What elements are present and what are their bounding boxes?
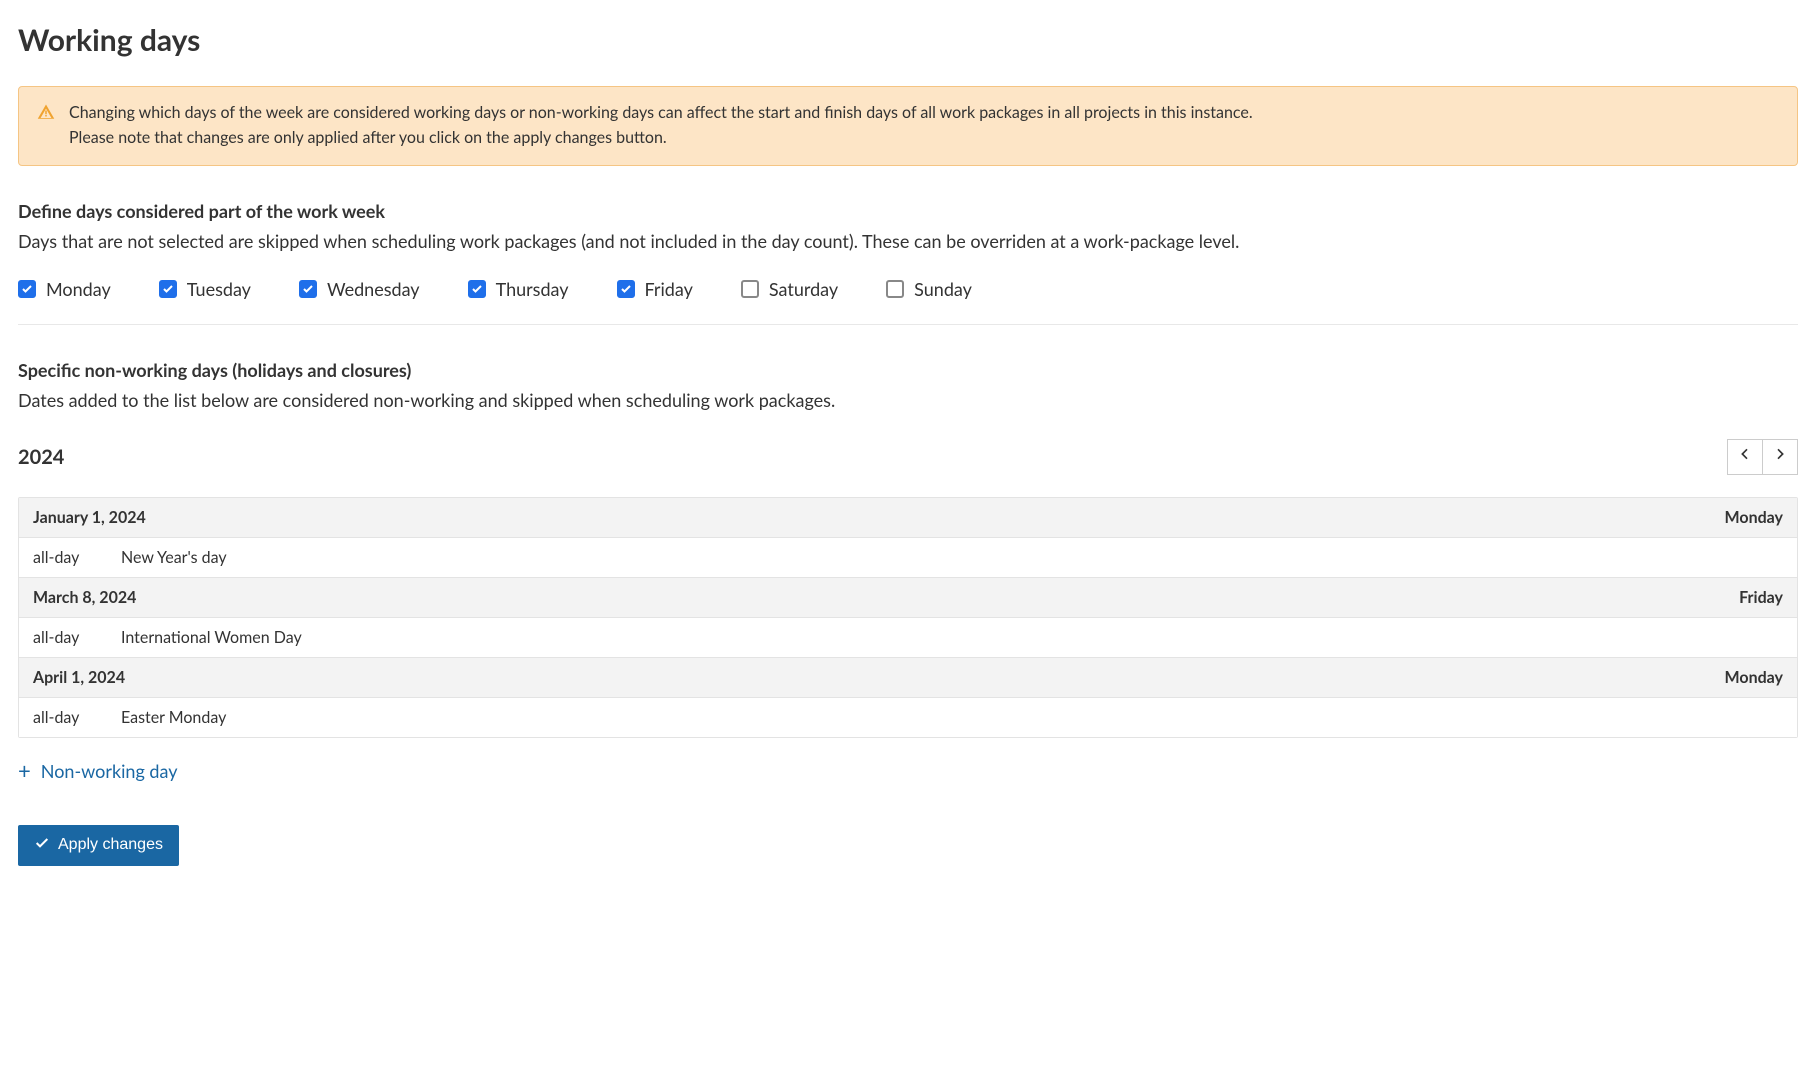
holidays-list: January 1, 2024 Monday all-day New Year's d… [18,497,1798,738]
checkbox-icon [159,280,177,298]
holiday-allday-label: all-day [33,548,93,567]
arrow-right-icon [1772,446,1788,467]
check-icon [34,835,50,856]
holiday-date-row: January 1, 2024 Monday [19,498,1797,537]
holiday-date: January 1, 2024 [33,508,146,527]
day-tuesday[interactable]: Tuesday [159,278,251,300]
day-friday[interactable]: Friday [617,278,693,300]
warning-icon [37,103,55,129]
holiday-entry-row[interactable]: all-day New Year's day [19,537,1797,577]
year-label: 2024 [18,445,64,469]
next-year-button[interactable] [1762,439,1798,475]
holiday-date: April 1, 2024 [33,668,125,687]
plus-icon: + [18,760,31,782]
day-label: Monday [46,278,111,300]
day-label: Thursday [496,278,569,300]
checkbox-icon [617,280,635,298]
arrow-left-icon [1737,446,1753,467]
holiday-name: New Year's day [121,548,227,567]
day-label: Wednesday [327,278,420,300]
day-sunday[interactable]: Sunday [886,278,972,300]
holiday-date: March 8, 2024 [33,588,136,607]
holiday-date-row: April 1, 2024 Monday [19,657,1797,697]
workweek-days: Monday Tuesday Wednesday Thursday Friday Satu… [18,270,1798,325]
checkbox-icon [886,280,904,298]
holiday-weekday: Monday [1725,508,1784,527]
checkbox-icon [741,280,759,298]
holiday-date-row: March 8, 2024 Friday [19,577,1797,617]
day-monday[interactable]: Monday [18,278,111,300]
add-nonworking-day-link[interactable]: + Non-working day [18,760,178,782]
warning-banner: Changing which days of the week are cons… [18,86,1798,166]
day-thursday[interactable]: Thursday [468,278,569,300]
banner-line-1: Changing which days of the week are cons… [69,101,1779,126]
nonworking-heading: Specific non-working days (holidays and … [18,359,1798,381]
checkbox-icon [18,280,36,298]
add-nonworking-day-label: Non-working day [41,760,178,782]
holiday-name: Easter Monday [121,708,226,727]
holiday-name: International Women Day [121,628,302,647]
holiday-entry-row[interactable]: all-day International Women Day [19,617,1797,657]
day-label: Tuesday [187,278,251,300]
holiday-weekday: Monday [1725,668,1784,687]
page-title: Working days [18,22,1798,58]
day-label: Saturday [769,278,838,300]
apply-changes-label: Apply changes [58,836,163,854]
holiday-allday-label: all-day [33,708,93,727]
checkbox-icon [468,280,486,298]
nonworking-description: Dates added to the list below are consid… [18,389,1798,411]
workweek-heading: Define days considered part of the work … [18,200,1798,222]
year-nav [1727,439,1798,475]
holiday-weekday: Friday [1739,588,1783,607]
day-saturday[interactable]: Saturday [741,278,838,300]
prev-year-button[interactable] [1727,439,1763,475]
day-label: Friday [645,278,693,300]
banner-line-2: Please note that changes are only applie… [69,126,1779,151]
holiday-entry-row[interactable]: all-day Easter Monday [19,697,1797,737]
checkbox-icon [299,280,317,298]
day-label: Sunday [914,278,972,300]
holiday-allday-label: all-day [33,628,93,647]
day-wednesday[interactable]: Wednesday [299,278,420,300]
workweek-description: Days that are not selected are skipped w… [18,230,1798,252]
apply-changes-button[interactable]: Apply changes [18,825,179,866]
